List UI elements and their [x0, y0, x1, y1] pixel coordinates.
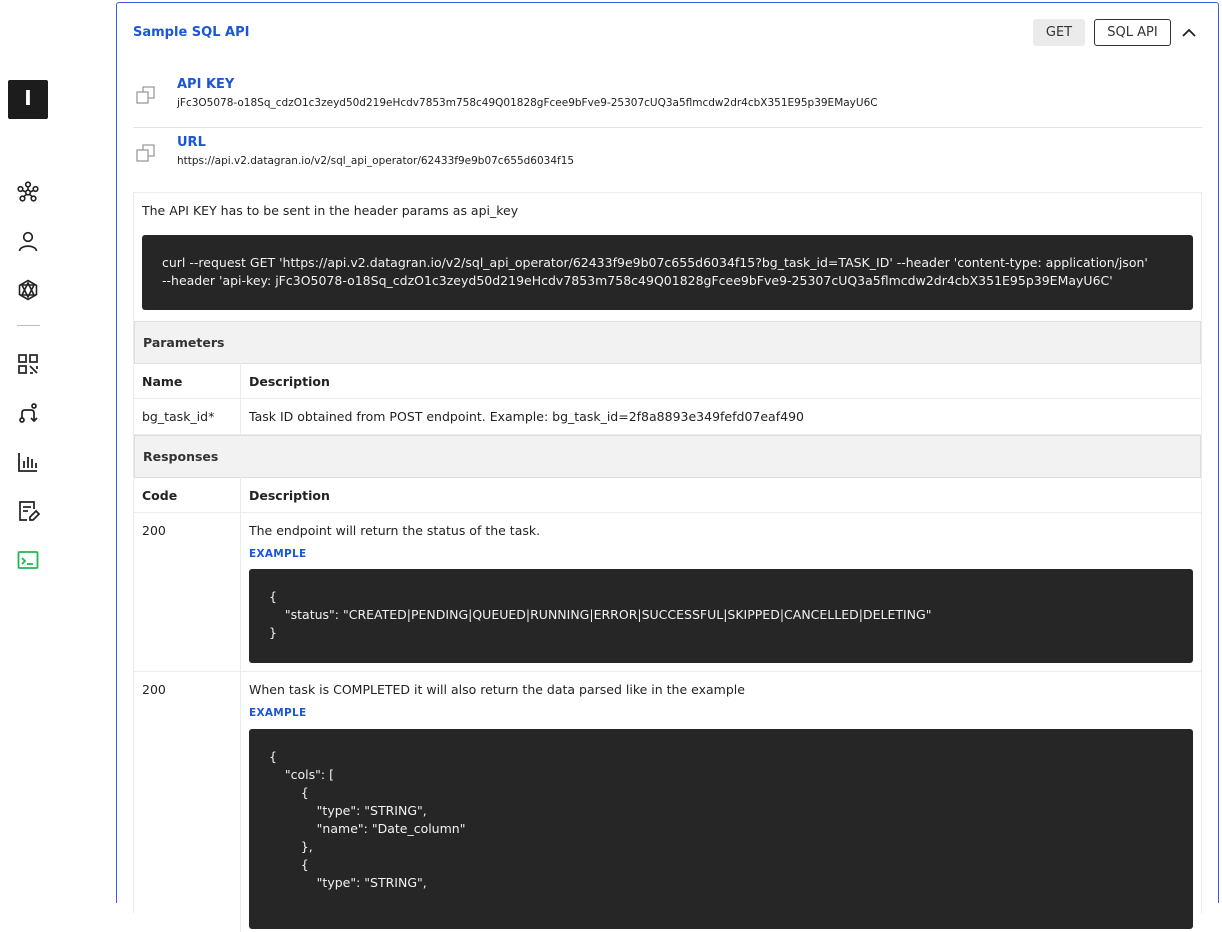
- copy-icon[interactable]: [135, 143, 157, 165]
- parameters-heading: Parameters: [134, 321, 1201, 364]
- param-desc-header: Description: [249, 374, 330, 389]
- table-row: 200 When task is COMPLETED it will also …: [134, 672, 1201, 932]
- column-divider: [240, 363, 241, 398]
- copy-icon[interactable]: [135, 85, 157, 107]
- curl-line: --header 'api-key: jFc3O5078-o18Sq_cdzO1…: [162, 273, 1113, 288]
- code-line: "type": "STRING",: [269, 803, 427, 818]
- param-name-header: Name: [142, 374, 183, 389]
- code-line: {: [269, 785, 309, 800]
- starburst-icon[interactable]: [16, 278, 40, 302]
- responses-heading: Responses: [134, 435, 1201, 478]
- code-line: },: [269, 839, 313, 854]
- code-line: {: [269, 589, 277, 604]
- param-desc: Task ID obtained from POST endpoint. Exa…: [249, 409, 804, 424]
- response-code: 200: [142, 523, 166, 538]
- response-code-header: Code: [142, 488, 178, 503]
- api-type-button[interactable]: SQL API: [1094, 19, 1171, 46]
- sql-api-panel: Sample SQL API GET SQL API API KEY jFc3O…: [116, 2, 1219, 932]
- column-divider: [240, 672, 241, 932]
- user-icon[interactable]: [16, 229, 40, 253]
- panel-title[interactable]: Sample SQL API: [133, 25, 249, 40]
- curl-line: curl --request GET 'https://api.v2.datag…: [162, 255, 1148, 270]
- code-line: "name": "Date_column": [269, 821, 466, 836]
- code-line: "type": "STRING",: [269, 875, 427, 890]
- code-line: {: [269, 749, 277, 764]
- response-example-code[interactable]: { "cols": [ { "type": "STRING", "name": …: [249, 729, 1193, 929]
- bar-chart-icon[interactable]: [16, 450, 40, 474]
- response-desc: The endpoint will return the status of t…: [249, 523, 541, 538]
- code-line: "status": "CREATED|PENDING|QUEUED|RUNNIN…: [269, 607, 932, 622]
- edit-document-icon[interactable]: [16, 499, 40, 523]
- api-key-label: API KEY: [177, 77, 235, 92]
- api-key-value: jFc3O5078-o18Sq_cdzO1c3zeyd50d219eHcdv78…: [177, 97, 878, 109]
- code-line: {: [269, 857, 309, 872]
- column-divider: [240, 399, 241, 434]
- api-key-row: API KEY jFc3O5078-o18Sq_cdzO1c3zeyd50d21…: [133, 69, 1202, 128]
- parameters-header-row: Name Description: [134, 363, 1201, 399]
- chevron-up-icon[interactable]: [1181, 25, 1197, 41]
- param-name: bg_task_id*: [142, 409, 215, 424]
- column-divider: [240, 513, 241, 671]
- response-desc-header: Description: [249, 488, 330, 503]
- app-logo[interactable]: I: [8, 80, 48, 119]
- api-documentation: The API KEY has to be sent in the header…: [133, 192, 1202, 932]
- sidebar: I: [0, 0, 56, 882]
- api-key-note: The API KEY has to be sent in the header…: [142, 203, 519, 218]
- url-value: https://api.v2.datagran.io/v2/sql_api_op…: [177, 155, 575, 167]
- curl-code-block[interactable]: curl --request GET 'https://api.v2.datag…: [142, 235, 1193, 310]
- table-row: 200 The endpoint will return the status …: [134, 513, 1201, 672]
- sidebar-divider: [17, 325, 40, 326]
- example-label[interactable]: EXAMPLE: [249, 707, 307, 719]
- column-divider: [240, 477, 241, 512]
- example-label[interactable]: EXAMPLE: [249, 548, 307, 560]
- network-icon[interactable]: [16, 180, 40, 204]
- response-code: 200: [142, 682, 166, 697]
- code-line: }: [269, 625, 277, 640]
- url-label: URL: [177, 135, 206, 150]
- response-desc: When task is COMPLETED it will also retu…: [249, 682, 745, 697]
- qr-grid-icon[interactable]: [16, 352, 40, 376]
- code-line: "cols": [: [269, 767, 334, 782]
- terminal-icon[interactable]: [16, 548, 40, 572]
- method-badge: GET: [1033, 19, 1085, 46]
- response-example-code[interactable]: { "status": "CREATED|PENDING|QUEUED|RUNN…: [249, 569, 1193, 663]
- responses-header-row: Code Description: [134, 477, 1201, 513]
- url-row: URL https://api.v2.datagran.io/v2/sql_ap…: [133, 127, 1202, 185]
- route-icon[interactable]: [16, 401, 40, 425]
- table-row: bg_task_id* Task ID obtained from POST e…: [134, 399, 1201, 435]
